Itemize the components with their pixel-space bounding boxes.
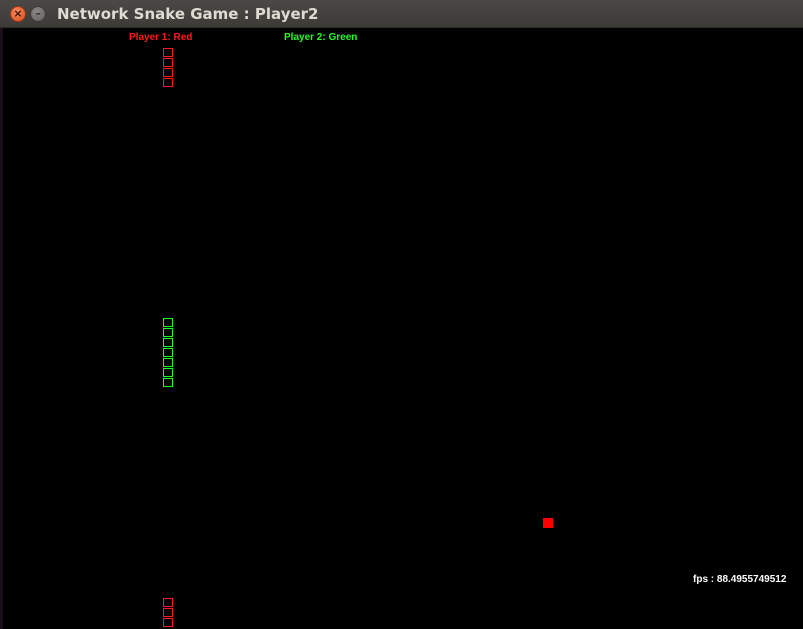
player1-label: Player 1: Red: [129, 32, 193, 43]
minimize-icon[interactable]: –: [30, 6, 46, 22]
green-snake-segment: [163, 338, 173, 347]
green-snake-segment: [163, 328, 173, 337]
green-snake-segment: [163, 318, 173, 327]
player2-label: Player 2: Green: [284, 32, 358, 43]
window-title: Network Snake Game : Player2: [57, 5, 319, 23]
red-snake-segment: [163, 618, 173, 627]
close-icon[interactable]: ×: [10, 6, 26, 22]
green-snake-segment: [163, 368, 173, 377]
red-snake-segment: [163, 608, 173, 617]
game-canvas[interactable]: Player 1: Red Player 2: Green fps: 88.4…: [3, 28, 803, 629]
red-snake-segment: [163, 598, 173, 607]
green-snake-segment: [163, 348, 173, 357]
food-pellet: [543, 518, 553, 528]
green-snake-segment: [163, 358, 173, 367]
fps-counter: fps : 88.4955749512: [693, 574, 787, 585]
game-window: × – Network Snake Game : Player2 Player …: [0, 0, 803, 629]
title-bar[interactable]: × – Network Snake Game : Player2: [0, 0, 803, 28]
red-snake-segment: [163, 48, 173, 57]
red-snake-segment: [163, 58, 173, 67]
green-snake-segment: [163, 378, 173, 387]
red-snake-segment: [163, 78, 173, 87]
red-snake-segment: [163, 68, 173, 77]
